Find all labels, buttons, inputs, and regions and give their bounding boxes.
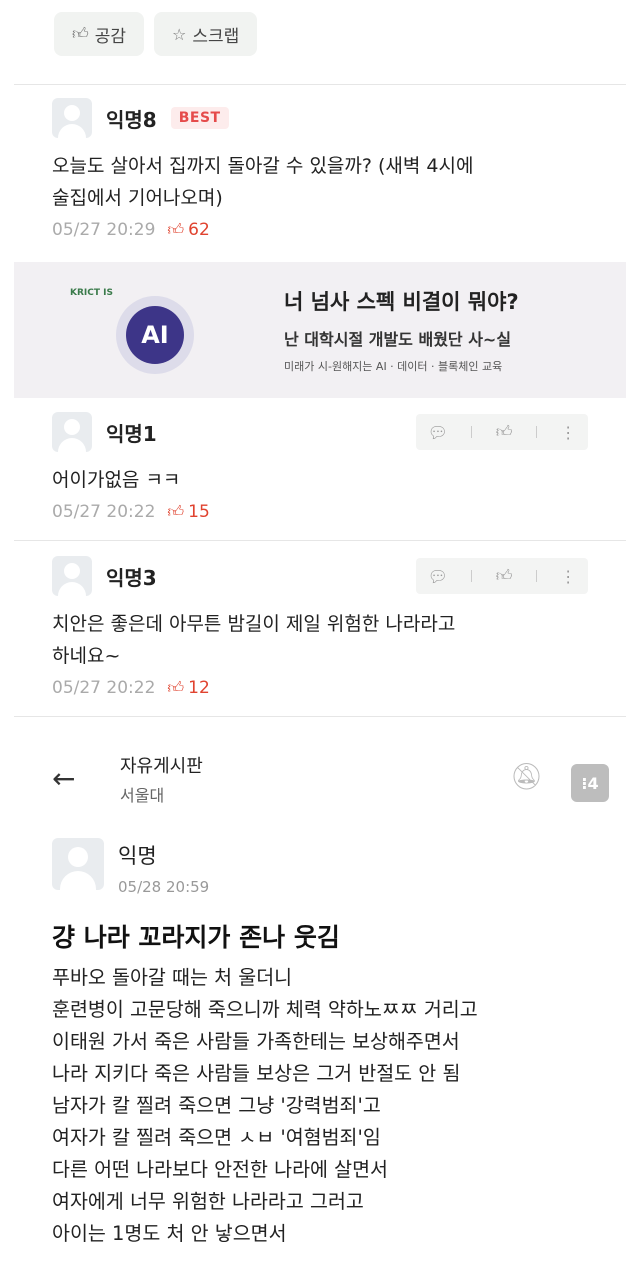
post-line: 이태원 가서 죽은 사람들 가족한테는 보상해주면서: [52, 1030, 460, 1053]
thumbs-up-icon: 👍︎: [167, 220, 185, 239]
post-line: 여자에게 너무 위험한 나라라고 그러고: [52, 1190, 364, 1213]
divider: [14, 716, 626, 717]
comment-text: 치안은 좋은데 아무튼 밤길이 제일 위험한 나라라고 하네요~: [52, 608, 600, 672]
like-label: 공감: [94, 26, 127, 47]
ad-subtitle: 난 대학시절 개발도 배웠단 사~실: [284, 330, 512, 349]
thumbs-up-icon: 👍︎: [167, 502, 185, 521]
post-actions: 👍︎ 공감 ☆ 스크랩: [54, 12, 258, 56]
ad-banner[interactable]: KRICT IS AI 너 넘사 스펙 비결이 뭐야? 난 대학시절 개발도 배…: [14, 262, 626, 398]
comment-line: 술집에서 기어나오며): [52, 187, 223, 209]
post-line: 아이는 1명도 처 안 낳으면서: [52, 1222, 287, 1245]
back-arrow-icon[interactable]: ←: [52, 762, 75, 795]
ad-logo: KRICT IS: [70, 288, 113, 298]
comment-toolbox: 💬︎ 👍︎ ⋮: [416, 558, 588, 594]
thumbs-up-icon: 👍︎: [167, 678, 185, 697]
comment-line: 어이가없음 ㅋㅋ: [52, 469, 181, 491]
post-line: 훈련병이 고문당해 죽으니까 체력 약하노ㅉㅉ 거리고: [52, 998, 478, 1021]
separator: [535, 570, 537, 582]
comment-likes: 👍︎ 62: [167, 220, 209, 240]
more-menu-button[interactable]: ⁝4: [571, 764, 609, 802]
like-count: 62: [188, 220, 210, 240]
post-line: 푸바오 돌아갈 때는 처 울더니: [52, 966, 293, 989]
separator: [471, 426, 473, 438]
comment-time: 05/27 20:22: [52, 502, 156, 522]
post-title: 걍 나라 꼬라지가 존나 웃김: [52, 923, 340, 952]
avatar: [52, 412, 92, 452]
thumbs-up-icon[interactable]: 👍︎: [496, 422, 513, 442]
scrap-label: 스크랩: [192, 26, 240, 47]
ai-badge: AI: [126, 306, 184, 364]
speech-bubble-icon[interactable]: 💬︎: [428, 423, 448, 442]
bell-off-icon[interactable]: 🔕︎: [510, 762, 543, 792]
comment-author: 익명8: [106, 107, 157, 132]
post-line: 남자가 칼 찔려 죽으면 그냥 '강력범죄'고: [52, 1094, 381, 1117]
vertical-dots-icon[interactable]: ⋮: [560, 567, 576, 586]
post-header: ← 자유게시판 서울대 🔕︎ ⁝4: [0, 746, 640, 816]
author-name: 익명: [118, 844, 157, 868]
best-badge: BEST: [170, 107, 229, 129]
star-icon: ☆: [172, 24, 187, 44]
post-body: 푸바오 돌아갈 때는 처 울더니 훈련병이 고문당해 죽으니까 체력 약하노ㅉㅉ…: [52, 962, 620, 1250]
avatar: [52, 98, 92, 138]
comment-time: 05/27 20:29: [52, 220, 156, 240]
school-name: 서울대: [120, 786, 165, 805]
divider: [14, 84, 626, 85]
comment-toolbox: 💬︎ 👍︎ ⋮: [416, 414, 588, 450]
comment-time: 05/27 20:22: [52, 678, 156, 698]
avatar: [52, 838, 104, 890]
post-line: 여자가 칼 찔려 죽으면 ㅅㅂ '여혐범죄'임: [52, 1126, 381, 1149]
post-line: 다른 어떤 나라보다 안전한 나라에 살면서: [52, 1158, 388, 1181]
comment-text: 어이가없음 ㅋㅋ: [52, 464, 600, 496]
comment-author: 익명1: [106, 421, 157, 446]
scrap-button[interactable]: ☆ 스크랩: [154, 12, 258, 56]
separator: [471, 570, 473, 582]
post-line: 나라 지키다 죽은 사람들 보상은 그거 반절도 안 됨: [52, 1062, 461, 1085]
board-title: 자유게시판: [120, 756, 203, 777]
thumbs-up-icon[interactable]: 👍︎: [496, 566, 513, 586]
vertical-dots-icon[interactable]: ⋮: [560, 423, 576, 442]
avatar: [52, 556, 92, 596]
comment: 익명8 BEST 오늘도 살아서 집까지 돌아갈 수 있을까? (새벽 4시에 …: [52, 98, 600, 240]
comment-text: 오늘도 살아서 집까지 돌아갈 수 있을까? (새벽 4시에 술집에서 기어나오…: [52, 150, 600, 214]
like-count: 12: [188, 678, 210, 698]
ad-description: 미래가 시-원해지는 AI · 데이터 · 블록체인 교육: [284, 360, 503, 373]
ad-title: 너 넘사 스펙 비결이 뭐야?: [284, 290, 519, 314]
comment-line: 하네요~: [52, 645, 121, 667]
comment-likes: 👍︎ 12: [167, 678, 209, 698]
like-count: 15: [188, 502, 210, 522]
post-time: 05/28 20:59: [118, 878, 210, 896]
comment-author: 익명3: [106, 565, 157, 590]
comment-line: 오늘도 살아서 집까지 돌아갈 수 있을까? (새벽 4시에: [52, 155, 474, 177]
comment-likes: 👍︎ 15: [167, 502, 209, 522]
divider: [14, 540, 626, 541]
separator: [535, 426, 537, 438]
post-author: 익명 05/28 20:59: [52, 838, 209, 896]
like-button[interactable]: 👍︎ 공감: [54, 12, 145, 56]
speech-bubble-icon[interactable]: 💬︎: [428, 567, 448, 586]
comment-line: 치안은 좋은데 아무튼 밤길이 제일 위험한 나라라고: [52, 613, 456, 635]
thumbs-up-icon: 👍︎: [72, 24, 89, 43]
